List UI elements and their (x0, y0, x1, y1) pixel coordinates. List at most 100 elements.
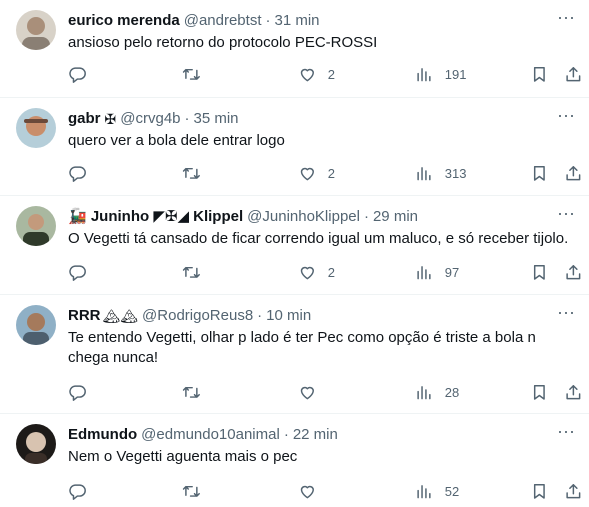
like-button[interactable]: 2 (298, 262, 335, 282)
reply-icon (69, 385, 86, 401)
tweet[interactable]: 🚂 Juninho ◤✠◢ Klippel @JuninhoKlippel · … (0, 196, 589, 295)
share-button[interactable] (564, 481, 583, 501)
retweet-icon (182, 167, 200, 179)
timestamp[interactable]: 10 min (266, 306, 311, 326)
tweet[interactable]: RRR 🏔🏔 @RodrigoReus8 · 10 min ··· Te ent… (0, 295, 589, 414)
like-button[interactable] (298, 481, 328, 501)
avatar[interactable] (16, 108, 56, 148)
share-icon (566, 483, 581, 498)
avatar[interactable] (16, 424, 56, 464)
retweet-button[interactable] (182, 382, 212, 402)
heart-icon (300, 485, 314, 498)
heart-icon (300, 266, 314, 279)
heart-icon (300, 167, 314, 180)
action-bar: 2 191 (68, 64, 582, 84)
tweet[interactable]: gabr ✠ @crvg4b · 35 min ··· quero ver a … (0, 98, 589, 196)
retweet-icon (182, 485, 200, 497)
display-name[interactable]: RRR (68, 306, 101, 326)
separator-dot: · (257, 307, 263, 324)
share-button[interactable] (564, 382, 583, 402)
user-handle[interactable]: @RodrigoReus8 (142, 306, 253, 326)
avatar[interactable] (16, 206, 56, 246)
avatar[interactable] (16, 305, 56, 345)
display-name[interactable]: Edmundo (68, 425, 137, 445)
retweet-icon (182, 266, 200, 278)
views-button[interactable]: 52 (415, 481, 459, 501)
more-icon[interactable]: ··· (557, 204, 575, 226)
action-bar: 52 (68, 481, 582, 501)
reply-button[interactable] (68, 163, 98, 183)
tweet-text: O Vegetti tá cansado de ficar correndo i… (68, 230, 569, 247)
user-handle[interactable]: @crvg4b (120, 109, 180, 129)
user-handle[interactable]: @JuninhoKlippel (247, 207, 360, 227)
views-button[interactable]: 191 (415, 64, 466, 84)
display-name[interactable]: eurico merenda (68, 11, 180, 31)
like-count: 2 (327, 66, 335, 82)
views-icon (417, 385, 431, 399)
like-button[interactable]: 2 (298, 64, 335, 84)
view-count: 191 (444, 66, 467, 82)
share-button[interactable] (564, 262, 583, 282)
display-name[interactable]: gabr (68, 109, 101, 129)
user-handle[interactable]: @andrebtst (184, 11, 262, 31)
more-icon[interactable]: ··· (557, 422, 575, 444)
retweet-icon (182, 386, 200, 398)
bookmark-button[interactable] (530, 382, 549, 402)
reply-icon (69, 484, 86, 500)
share-button[interactable] (564, 64, 583, 84)
views-icon (417, 484, 431, 498)
like-count: 2 (327, 264, 335, 280)
timestamp[interactable]: 22 min (293, 425, 338, 445)
timestamp[interactable]: 31 min (275, 11, 320, 31)
reply-icon (69, 265, 86, 281)
retweet-button[interactable] (182, 64, 212, 84)
more-icon[interactable]: ··· (557, 8, 575, 30)
bookmark-button[interactable] (530, 163, 549, 183)
retweet-button[interactable] (182, 163, 212, 183)
name-emoji: 🏔🏔 (102, 308, 139, 324)
bookmark-icon (533, 66, 545, 82)
like-button[interactable] (298, 382, 328, 402)
tweet[interactable]: Edmundo @edmundo10animal · 22 min ··· Ne… (0, 414, 589, 507)
action-bar: 28 (68, 382, 582, 402)
tweet-text: Te entendo Vegetti, olhar p lado é ter P… (68, 329, 536, 366)
bookmark-button[interactable] (530, 481, 549, 501)
user-handle[interactable]: @edmundo10animal (141, 425, 280, 445)
bookmark-button[interactable] (530, 262, 549, 282)
action-bar: 2 313 (68, 163, 582, 183)
more-icon[interactable]: ··· (557, 106, 575, 128)
reply-button[interactable] (68, 382, 98, 402)
reply-button[interactable] (68, 64, 98, 84)
separator-dot: · (283, 426, 289, 443)
share-icon (566, 165, 581, 180)
retweet-button[interactable] (182, 262, 212, 282)
views-button[interactable]: 313 (415, 163, 466, 183)
bookmark-icon (533, 264, 545, 280)
separator-dot: · (184, 110, 190, 127)
like-button[interactable]: 2 (298, 163, 335, 183)
tweet-text: ansioso pelo retorno do protocolo PEC-RO… (68, 34, 378, 51)
bookmark-button[interactable] (530, 64, 549, 84)
retweet-button[interactable] (182, 481, 212, 501)
timestamp[interactable]: 29 min (373, 207, 418, 227)
views-button[interactable]: 28 (415, 382, 459, 402)
share-button[interactable] (564, 163, 583, 183)
timestamp[interactable]: 35 min (194, 109, 239, 129)
more-icon[interactable]: ··· (557, 303, 575, 325)
tweet[interactable]: eurico merenda @andrebtst · 31 min ··· a… (0, 0, 589, 98)
reply-button[interactable] (68, 481, 98, 501)
share-icon (566, 384, 581, 399)
views-button[interactable]: 97 (415, 262, 459, 282)
reply-button[interactable] (68, 262, 98, 282)
tweet-text: Nem o Vegetti aguenta mais o pec (68, 448, 298, 465)
heart-icon (300, 68, 314, 81)
view-count: 28 (444, 384, 460, 400)
action-bar: 2 97 (68, 262, 582, 282)
like-count: 2 (327, 165, 335, 181)
display-name[interactable]: 🚂 Juninho ◤✠◢ Klippel (68, 207, 243, 227)
views-icon (417, 166, 431, 180)
tweet-text: quero ver a bola dele entrar logo (68, 132, 285, 149)
avatar[interactable] (16, 10, 56, 50)
reply-icon (69, 67, 86, 83)
separator-dot: · (363, 208, 369, 225)
